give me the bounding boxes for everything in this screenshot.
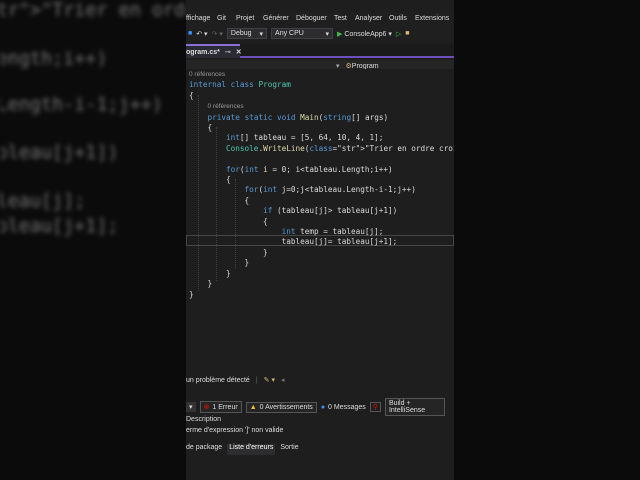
code-line: int[] tableau = [5, 64, 10, 4, 1]; bbox=[226, 133, 384, 143]
tab-program-cs[interactable]: ogram.cs* ⊸ ✕ bbox=[186, 44, 242, 58]
code-line: } bbox=[189, 258, 250, 268]
menu-outils[interactable]: Outils bbox=[389, 15, 407, 22]
play-icon: ▶ bbox=[337, 30, 343, 38]
code-line: Console.WriteLine(class="str">"Trier en … bbox=[226, 143, 454, 153]
tab-error-list[interactable]: Liste d'erreurs bbox=[227, 444, 276, 455]
redo-icon[interactable]: ↷ ▾ bbox=[212, 30, 223, 38]
errors-filter-button[interactable]: ⊗ 1 Erreur bbox=[199, 401, 242, 413]
error-icon: ⊗ bbox=[203, 404, 210, 411]
menu-git[interactable]: Git bbox=[217, 15, 226, 22]
menu-deboguer[interactable]: Déboguer bbox=[296, 15, 327, 22]
chevron-down-icon: ▾ bbox=[259, 30, 264, 38]
code-line: if (tableau[j]> tableau[j+1]) bbox=[263, 206, 398, 216]
code-line: for(int i = 0; i<tableau.Length;i++) bbox=[226, 164, 393, 174]
tab-output[interactable]: Sortie bbox=[280, 444, 298, 455]
code-lens: 0 références bbox=[207, 103, 244, 111]
filter-icon[interactable]: ⚲ bbox=[369, 402, 381, 412]
code-line: { bbox=[189, 90, 194, 100]
code-line: private static void Main(string[] args) bbox=[207, 112, 389, 122]
menu-projet[interactable]: Projet bbox=[236, 15, 254, 22]
scope-dropdown[interactable]: ▾ bbox=[186, 402, 196, 412]
document-tabs: ogram.cs* ⊸ ✕ bbox=[186, 44, 454, 58]
code-lens: 0 références bbox=[189, 71, 226, 78]
code-line: internal class Program bbox=[189, 80, 291, 90]
code-line: { bbox=[189, 175, 231, 185]
problems-status[interactable]: un problème détecté bbox=[186, 377, 250, 384]
code-line: { bbox=[189, 216, 268, 226]
code-line: tableau[j]= tableau[j+1]; bbox=[189, 237, 398, 247]
undo-icon[interactable]: ↶ ▾ bbox=[196, 30, 207, 38]
visual-studio-window: ffichage Git Projet Générer Déboguer Tes… bbox=[186, 0, 454, 480]
code-editor[interactable]: 0 références internal class Program{ 0 ré… bbox=[186, 69, 454, 369]
code-line: int temp = tableau[j]; bbox=[281, 227, 384, 237]
run-button[interactable]: ▶ ConsoleApp6 ▾ bbox=[337, 30, 392, 38]
folder-icon[interactable]: ■ bbox=[405, 30, 409, 37]
menu-analyser[interactable]: Analyser bbox=[355, 15, 382, 22]
run-without-debug-icon[interactable]: ▷ bbox=[396, 30, 401, 38]
menu-test[interactable]: Test bbox=[334, 15, 347, 22]
code-line: } bbox=[189, 289, 194, 299]
messages-filter-button[interactable]: ● 0 Messages bbox=[321, 404, 366, 411]
menu-affichage[interactable]: ffichage bbox=[186, 15, 210, 22]
build-filter-select[interactable]: Build + IntelliSense bbox=[384, 398, 445, 416]
tab-package-manager[interactable]: de package bbox=[186, 444, 222, 455]
code-line: { bbox=[189, 123, 213, 133]
error-row[interactable]: erme d'expression ']' non valide bbox=[186, 427, 283, 434]
chevron-down-icon: ▾ bbox=[325, 30, 330, 38]
configuration-select[interactable]: Debug ▾ bbox=[226, 28, 268, 39]
platform-select[interactable]: Any CPU ▾ bbox=[271, 28, 334, 39]
close-icon[interactable]: ✕ bbox=[236, 48, 242, 56]
code-line: } bbox=[189, 268, 231, 278]
warnings-filter-button[interactable]: ▲ 0 Avertissements bbox=[245, 401, 317, 413]
pin-icon[interactable]: ⊸ bbox=[225, 48, 231, 56]
error-list-toolbar: ▾ ⊗ 1 Erreur ▲ 0 Avertissements ● 0 Message… bbox=[186, 398, 454, 416]
bottom-panel-tabs: de package Liste d'erreurs Sortie bbox=[186, 444, 454, 455]
menu-bar: ffichage Git Projet Générer Déboguer Tes… bbox=[186, 12, 454, 26]
info-icon: ● bbox=[320, 403, 326, 411]
save-icon[interactable]: ■ bbox=[188, 30, 192, 37]
menu-generer[interactable]: Générer bbox=[263, 15, 289, 22]
code-line: } bbox=[189, 247, 268, 257]
code-text: 0 références internal class Program{ 0 ré… bbox=[189, 69, 454, 300]
scroll-left-icon[interactable]: ◂ bbox=[281, 376, 285, 384]
code-line: } bbox=[189, 279, 213, 289]
cleanup-icon[interactable]: ✎ ▾ bbox=[264, 376, 275, 384]
menu-extensions[interactable]: Extensions bbox=[415, 15, 449, 22]
warning-icon: ▲ bbox=[249, 403, 257, 411]
code-line: for(int j=0;j<tableau.Length-i-1;j++) bbox=[244, 185, 416, 195]
status-bar: un problème détecté | ✎ ▾ ◂ bbox=[186, 374, 454, 386]
description-column-header[interactable]: Description bbox=[186, 416, 221, 423]
toolbar: ■ ↶ ▾ ↷ ▾ Debug ▾ Any CPU ▾ ▶ ConsoleApp6 … bbox=[186, 26, 454, 41]
code-line: { bbox=[189, 195, 250, 205]
